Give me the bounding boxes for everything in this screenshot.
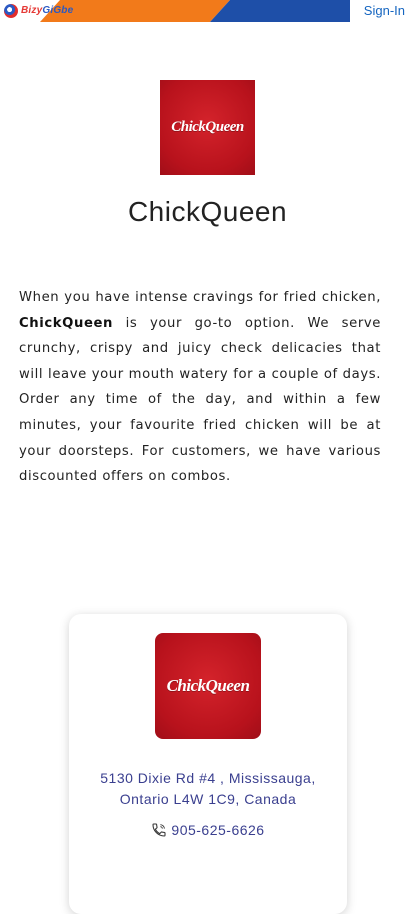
brand-logo-text: ChickQueen	[171, 119, 244, 135]
page-title: ChickQueen	[127, 196, 288, 227]
brand-logo-image: ChickQueen	[160, 80, 255, 175]
location-logo-text: ChickQueen	[166, 676, 250, 695]
location-logo-image: ChickQueen	[155, 633, 261, 739]
description-text-b: is your go-to option. We serve crunchy, …	[19, 315, 381, 485]
description-text-a: When you have intense cravings for fried…	[19, 290, 381, 305]
address-line-1: 5130 Dixie Rd #4 , Mississauga,	[100, 770, 316, 786]
globe-icon	[4, 4, 18, 18]
location-card[interactable]: ChickQueen 5130 Dixie Rd #4 , Mississaug…	[69, 614, 347, 914]
address-line-2: Ontario L4W 1C9, Canada	[119, 791, 297, 807]
description-brand-name: ChickQueen	[19, 315, 114, 331]
location-address[interactable]: 5130 Dixie Rd #4 , Mississauga, Ontario …	[69, 768, 347, 810]
sign-in-link[interactable]: Sign-In	[364, 3, 405, 18]
phone-link[interactable]: 905-625-6626	[69, 822, 347, 838]
bizygigbe-logo[interactable]: BizyGiGbe	[4, 2, 73, 20]
phone-icon	[152, 823, 166, 837]
top-header: BizyGiGbe Sign-In	[0, 0, 415, 22]
logo-text-a: Bizy	[21, 5, 43, 16]
brand-description: When you have intense cravings for fried…	[19, 285, 381, 490]
phone-number: 905-625-6626	[171, 822, 265, 838]
logo-text-b: GiGbe	[42, 5, 74, 16]
